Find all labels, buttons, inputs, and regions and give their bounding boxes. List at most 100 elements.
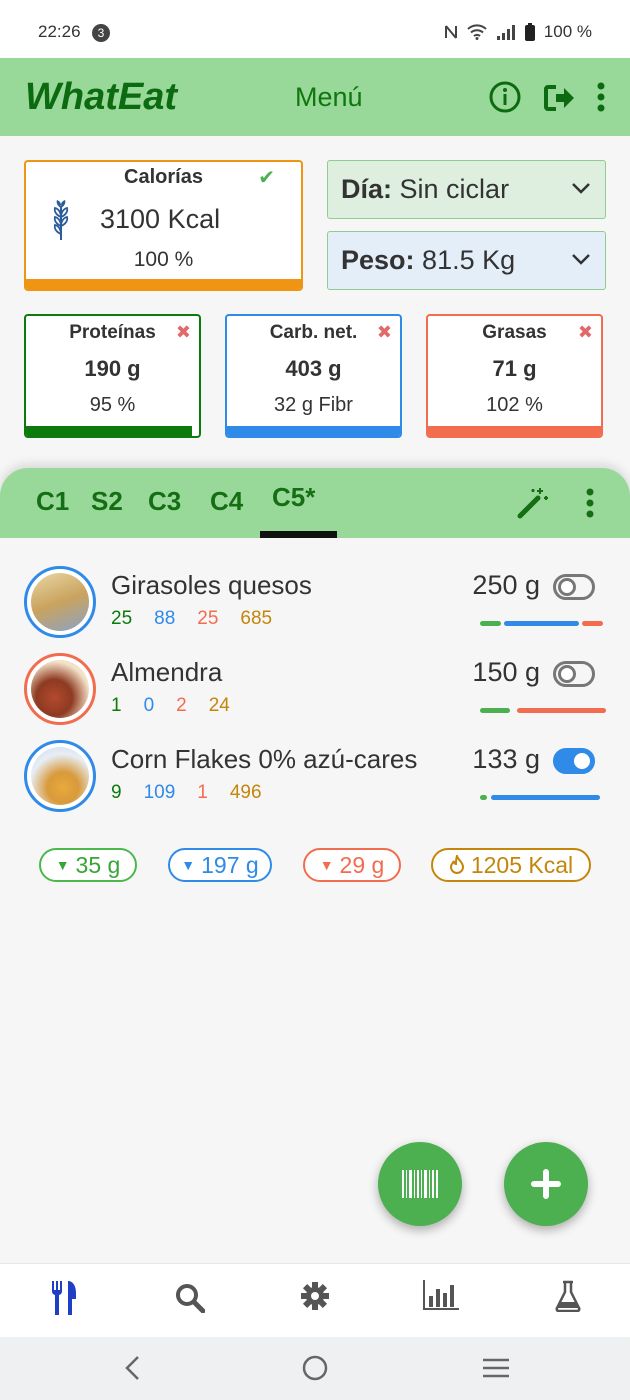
carbs-title: Carb. net. — [269, 322, 358, 343]
protein-ratio-bar — [480, 708, 510, 713]
wheat-icon — [53, 200, 69, 240]
meal-tab-bar: C1 S2 C3 C4 C5* — [0, 468, 630, 538]
app-title: WhatEat — [25, 76, 177, 118]
total-carbs-pill: ▼ 197 g — [168, 848, 272, 882]
magic-wand-icon[interactable] — [516, 486, 550, 520]
fat-title: Grasas — [482, 322, 547, 343]
battery-percent: 100 % — [543, 22, 592, 41]
tab-c3[interactable]: C3 — [148, 486, 181, 517]
recents-icon[interactable] — [482, 1358, 510, 1378]
protein-ratio-bar — [480, 621, 501, 626]
food-protein: 9 — [111, 782, 122, 803]
food-toggle[interactable] — [553, 748, 595, 774]
home-icon[interactable] — [301, 1354, 329, 1382]
info-icon[interactable] — [488, 80, 522, 114]
barcode-scan-button[interactable] — [378, 1142, 462, 1226]
more-vert-icon[interactable] — [585, 488, 595, 518]
menu-title[interactable]: Menú — [295, 82, 363, 113]
fat-card[interactable]: Grasas ✖ 71 g 102 % — [426, 314, 603, 438]
food-kcal: 24 — [208, 695, 230, 716]
food-grams[interactable]: 250 g — [472, 570, 540, 601]
food-carbs: 0 — [143, 695, 155, 716]
chevron-down-icon — [572, 183, 590, 194]
calories-percent: 100 % — [133, 248, 194, 271]
total-protein-pill: ▼ 35 g — [39, 848, 137, 882]
status-time: 22:26 — [38, 22, 81, 41]
status-bar: 22:26 3 100 % — [0, 0, 630, 58]
list-item[interactable]: Almendra 1 0 2 24 150 g — [0, 653, 630, 733]
list-item[interactable]: Girasoles quesos 25 88 25 685 250 g — [0, 566, 630, 646]
nav-search-icon[interactable] — [175, 1283, 205, 1313]
calories-progress-bar — [26, 279, 301, 289]
fat-value: 71 g — [492, 356, 537, 381]
fat-percent: 102 % — [486, 394, 543, 416]
food-name: Corn Flakes 0% azú-cares — [111, 744, 418, 774]
protein-percent: 95 % — [89, 394, 136, 416]
food-image — [24, 740, 96, 812]
caret-down-icon: ▼ — [319, 857, 334, 873]
food-grams[interactable]: 150 g — [472, 657, 540, 688]
caret-down-icon: ▼ — [181, 857, 196, 873]
food-fat: 1 — [197, 782, 208, 803]
barcode-icon — [402, 1170, 438, 1198]
chevron-down-icon — [572, 254, 590, 265]
tab-c1[interactable]: C1 — [36, 486, 69, 517]
protein-ratio-bar — [480, 795, 487, 800]
bottom-navigation — [0, 1263, 630, 1337]
food-macros: 1 0 2 24 — [111, 695, 252, 717]
food-grams[interactable]: 133 g — [472, 744, 540, 775]
food-toggle[interactable] — [553, 574, 595, 600]
logout-icon[interactable] — [544, 84, 576, 112]
protein-card[interactable]: Proteínas ✖ 190 g 95 % — [24, 314, 201, 438]
calories-value: 3100 Kcal — [100, 204, 221, 234]
app-bar: WhatEat Menú — [0, 58, 630, 136]
add-food-button[interactable] — [504, 1142, 588, 1226]
food-macros: 9 109 1 496 — [111, 782, 284, 804]
weight-value: 81.5 Kg — [422, 245, 516, 275]
flame-icon — [449, 855, 464, 874]
nfc-icon — [444, 25, 457, 39]
food-carbs: 88 — [154, 608, 176, 629]
total-fat-pill: ▼ 29 g — [303, 848, 401, 882]
day-dropdown[interactable]: Día: Sin ciclar — [327, 160, 606, 219]
food-image — [24, 566, 96, 638]
tab-c5[interactable]: C5* — [272, 482, 315, 513]
tab-s2[interactable]: S2 — [91, 486, 123, 517]
notification-badge: 3 — [92, 24, 110, 42]
protein-progress-bar — [26, 426, 193, 436]
food-protein: 1 — [111, 695, 122, 716]
food-toggle[interactable] — [553, 661, 595, 687]
signal-icon — [496, 25, 515, 40]
food-image — [24, 653, 96, 725]
wifi-icon — [467, 24, 487, 40]
nav-lab-icon[interactable] — [555, 1280, 581, 1312]
fat-ratio-bar — [517, 708, 606, 713]
system-navigation-bar — [0, 1337, 630, 1400]
nav-stats-icon[interactable] — [423, 1280, 459, 1310]
tab-c4[interactable]: C4 — [210, 486, 243, 517]
list-item[interactable]: Corn Flakes 0% azú-cares 9 109 1 496 133… — [0, 740, 630, 820]
day-label: Día: — [341, 174, 393, 204]
carbs-ratio-bar — [491, 795, 600, 800]
food-fat: 2 — [176, 695, 187, 716]
food-carbs: 109 — [143, 782, 176, 803]
food-kcal: 496 — [229, 782, 262, 803]
calories-card[interactable]: Calorías ✔ 3100 Kcal 100 % — [24, 160, 303, 291]
status-icons: 100 % — [444, 22, 592, 42]
caret-down-icon: ▼ — [55, 857, 70, 873]
nav-settings-icon[interactable] — [301, 1282, 329, 1310]
more-vert-icon[interactable] — [596, 82, 606, 112]
nav-meals-icon[interactable] — [50, 1281, 78, 1315]
back-icon[interactable] — [122, 1355, 142, 1381]
carbs-ratio-bar — [504, 621, 579, 626]
active-tab-indicator — [260, 531, 337, 538]
food-protein: 25 — [111, 608, 133, 629]
carbs-card[interactable]: Carb. net. ✖ 403 g 32 g Fibr — [225, 314, 402, 438]
total-fat: 29 g — [339, 851, 385, 878]
weight-dropdown[interactable]: Peso: 81.5 Kg — [327, 231, 606, 290]
protein-value: 190 g — [84, 356, 141, 381]
check-icon: ✔ — [258, 167, 275, 189]
food-fat: 25 — [197, 608, 219, 629]
total-kcal: 1205 Kcal — [470, 851, 574, 878]
food-name: Almendra — [111, 657, 223, 687]
